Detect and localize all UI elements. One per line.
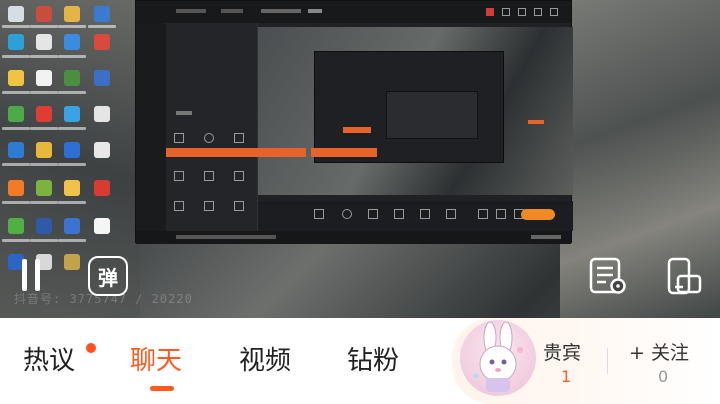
danmu-label: 弹 [98,265,118,290]
tab-bar: 热议 聊天 视频 钻粉 贵宾 1 + 关注 0 [0,318,720,404]
captured-statusbar [136,231,571,244]
follow-count: 0 [658,367,669,386]
live-stream-screen: 抖音号: 3775747 / 20220 弹 热议 聊天 视频 钻粉 贵宾 1 … [0,0,720,404]
follow-button[interactable]: + 关注 [629,338,689,365]
captured-window [135,0,573,244]
tab-video[interactable]: 视频 [239,340,291,377]
avatar[interactable] [460,320,536,396]
divider [607,348,608,374]
tab-diamond-fans[interactable]: 钻粉 [347,340,399,377]
vip-panel: 贵宾 1 + 关注 0 [452,318,720,404]
tab-hot-discussion[interactable]: 热议 [23,340,75,377]
notification-dot [86,343,96,353]
pause-icon[interactable] [18,256,44,296]
captured-orange-banner [166,148,306,157]
captured-nested-window-2 [386,91,478,139]
captured-left-strip [136,23,166,244]
nested-orange-bar-2 [528,120,544,124]
video-player[interactable]: 抖音号: 3775747 / 20220 弹 [0,0,720,318]
captured-orange-banner-2 [311,148,377,157]
message-list-icon[interactable] [588,256,628,296]
tab-chat[interactable]: 聊天 [130,340,182,377]
vip-guest-label[interactable]: 贵宾 [543,338,581,365]
nested-orange-bar [343,127,371,133]
captured-start-button [521,209,555,220]
active-tab-indicator [150,386,174,391]
captured-window-titlebar [136,1,571,23]
vip-guest-count: 1 [561,367,572,386]
danmu-toggle-button[interactable]: 弹 [88,256,128,296]
captured-sidebar [166,23,258,244]
screen-rotate-icon[interactable] [664,256,704,296]
